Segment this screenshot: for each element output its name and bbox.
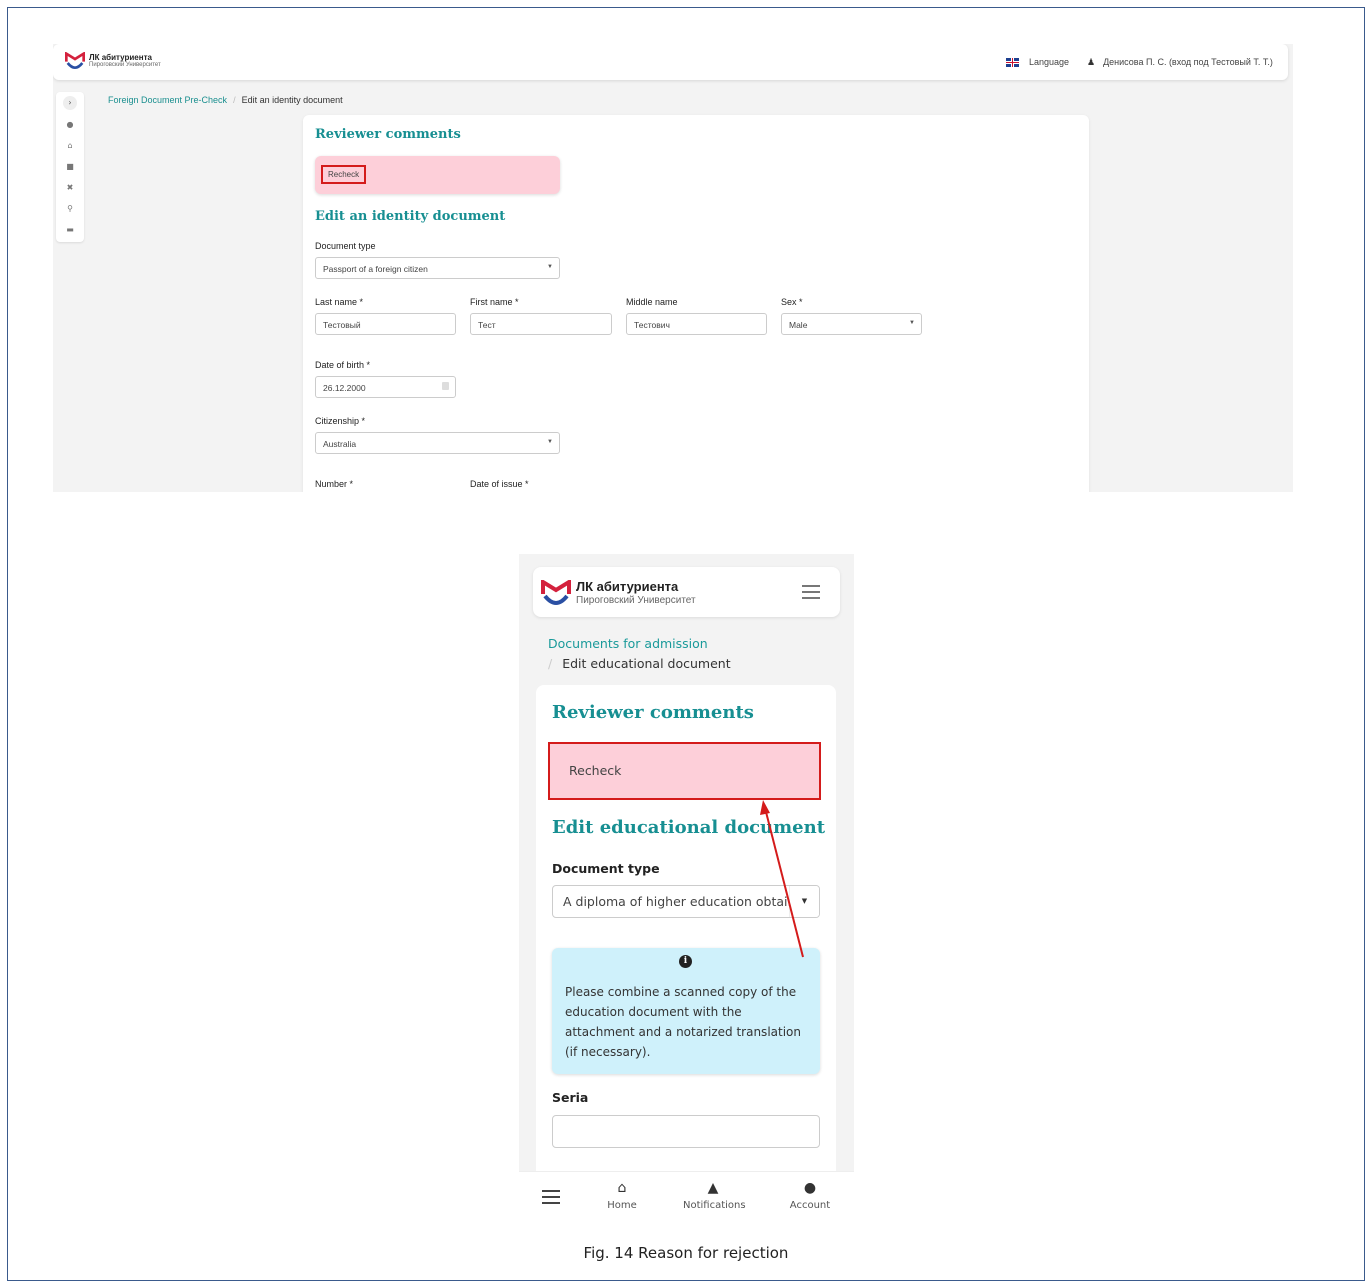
- document-type-label: Document type: [315, 241, 376, 251]
- uk-flag-icon: [1006, 57, 1019, 67]
- caret-down-icon: ▼: [789, 886, 819, 917]
- home-icon: ⌂: [617, 1180, 627, 1196]
- search-icon[interactable]: ⚲: [56, 204, 84, 213]
- first-name-label: First name *: [470, 297, 519, 307]
- sex-label: Sex *: [781, 297, 803, 307]
- mobile-screenshot: ЛК абитуриента Пироговский Университет D…: [519, 554, 854, 1222]
- figure-caption: Fig. 14 Reason for rejection: [583, 1244, 789, 1262]
- logo-mark-icon: [541, 580, 571, 605]
- menu-icon[interactable]: [542, 1190, 560, 1204]
- seria-label: Seria: [552, 1090, 589, 1105]
- caret-down-icon: ▼: [547, 264, 553, 270]
- citizenship-value: Australia: [323, 439, 357, 449]
- middle-name-label: Middle name: [626, 297, 678, 307]
- caret-down-icon: ▼: [909, 320, 915, 326]
- chevron-right-icon: ›: [63, 96, 77, 110]
- info-alert: i Please combine a scanned copy of the e…: [552, 948, 820, 1074]
- logo-subtitle: Пироговский Университет: [89, 62, 161, 68]
- document-type-label: Document type: [552, 861, 660, 876]
- last-name-label: Last name *: [315, 297, 364, 307]
- nav-account[interactable]: ● Account: [789, 1180, 831, 1211]
- user-label: Денисова П. С. (вход под Тестовый Т. Т.): [1103, 57, 1273, 67]
- caret-down-icon: ▼: [547, 439, 553, 445]
- sex-value: Male: [789, 320, 808, 330]
- user-icon[interactable]: ●: [56, 120, 84, 129]
- sidebar: › ● ⌂ ■ ✖ ⚲ ▬: [56, 92, 84, 242]
- breadcrumb-link[interactable]: Foreign Document Pre-Check: [108, 95, 227, 105]
- nav-home[interactable]: ⌂ Home: [607, 1180, 637, 1211]
- breadcrumb-separator: /: [233, 95, 236, 105]
- sidebar-toggle[interactable]: ›: [56, 96, 84, 110]
- user-icon: ●: [803, 1180, 817, 1196]
- bottom-nav: ⌂ Home ▲ Notifications ● Account: [519, 1171, 854, 1222]
- document-type-select[interactable]: A diploma of higher education obtai... ▼: [552, 885, 820, 918]
- mobile-top-bar: ЛК абитуриента Пироговский Университет: [533, 567, 840, 617]
- folder-icon[interactable]: ▬: [56, 225, 84, 234]
- first-name-value: Тест: [478, 320, 496, 330]
- breadcrumb-separator: /: [548, 656, 553, 671]
- last-name-value: Тестовый: [323, 320, 361, 330]
- calendar-icon[interactable]: [442, 382, 449, 390]
- reviewer-comment-text: Recheck: [321, 165, 367, 184]
- first-name-input[interactable]: Тест: [470, 313, 612, 335]
- logo-mark-icon: [65, 52, 85, 69]
- user-switch-icon: ♟: [1087, 57, 1096, 67]
- document-type-select[interactable]: Passport of a foreign citizen ▼: [315, 257, 560, 279]
- home-icon[interactable]: ⌂: [56, 141, 84, 150]
- date-of-issue-label: Date of issue *: [470, 479, 529, 489]
- reviewer-comment-box: Recheck: [548, 742, 821, 800]
- breadcrumb-link[interactable]: Documents for admission: [548, 636, 708, 651]
- dob-input[interactable]: 26.12.2000: [315, 376, 456, 398]
- form-heading: Edit an identity document: [315, 209, 506, 224]
- citizenship-label: Citizenship *: [315, 416, 366, 426]
- reviewer-comment-text: Recheck: [569, 763, 622, 778]
- dob-value: 26.12.2000: [323, 383, 366, 393]
- logo-title: ЛК абитуриента: [89, 53, 152, 62]
- language-switcher[interactable]: Language: [1006, 57, 1069, 67]
- breadcrumb-current-row: / Edit educational document: [548, 656, 731, 671]
- language-label: Language: [1029, 57, 1070, 67]
- breadcrumb-current: Edit an identity document: [241, 95, 343, 105]
- logo-subtitle: Пироговский Университет: [576, 594, 696, 606]
- nav-account-label: Account: [789, 1200, 831, 1211]
- document-type-value: Passport of a foreign citizen: [323, 264, 428, 274]
- reviewer-comments-heading: Reviewer comments: [552, 702, 754, 723]
- logo[interactable]: ЛК абитуриента Пироговский Университет: [541, 580, 696, 606]
- reviewer-comments-heading: Reviewer comments: [315, 127, 461, 142]
- form-card: Reviewer comments Recheck Edit an identi…: [303, 115, 1089, 492]
- seria-input[interactable]: [552, 1115, 820, 1148]
- document-type-value: A diploma of higher education obtai...: [563, 894, 800, 909]
- citizenship-select[interactable]: Australia ▼: [315, 432, 560, 454]
- form-card: Reviewer comments Recheck Edit education…: [536, 685, 836, 1222]
- breadcrumb: Foreign Document Pre-Check / Edit an ident…: [108, 95, 343, 105]
- nav-notifications[interactable]: ▲ Notifications: [683, 1180, 746, 1211]
- logo[interactable]: ЛК абитуриента Пироговский Университет: [65, 52, 161, 70]
- handshake-icon[interactable]: ■: [56, 162, 84, 171]
- logo-title: ЛК абитуриента: [576, 579, 679, 595]
- top-bar: ЛК абитуриента Пироговский Университет L…: [53, 44, 1288, 80]
- dob-label: Date of birth *: [315, 360, 371, 370]
- tools-icon[interactable]: ✖: [56, 183, 84, 192]
- number-label: Number *: [315, 479, 354, 489]
- desktop-screenshot: ЛК абитуриента Пироговский Университет L…: [53, 44, 1293, 492]
- info-text: Please combine a scanned copy of the edu…: [565, 985, 801, 1059]
- sex-select[interactable]: Male ▼: [781, 313, 922, 335]
- reviewer-comment-box: Recheck: [315, 156, 560, 194]
- bell-icon: ▲: [707, 1180, 719, 1196]
- middle-name-value: Тестович: [634, 320, 670, 330]
- nav-home-label: Home: [607, 1200, 637, 1211]
- breadcrumb-current: Edit educational document: [562, 656, 731, 671]
- form-heading: Edit educational document: [552, 817, 826, 838]
- last-name-input[interactable]: Тестовый: [315, 313, 456, 335]
- menu-icon[interactable]: [802, 585, 820, 599]
- middle-name-input[interactable]: Тестович: [626, 313, 767, 335]
- nav-notifications-label: Notifications: [683, 1200, 746, 1211]
- user-menu[interactable]: ♟ Денисова П. С. (вход под Тестовый Т. Т.…: [1087, 57, 1273, 68]
- info-icon: i: [679, 955, 692, 968]
